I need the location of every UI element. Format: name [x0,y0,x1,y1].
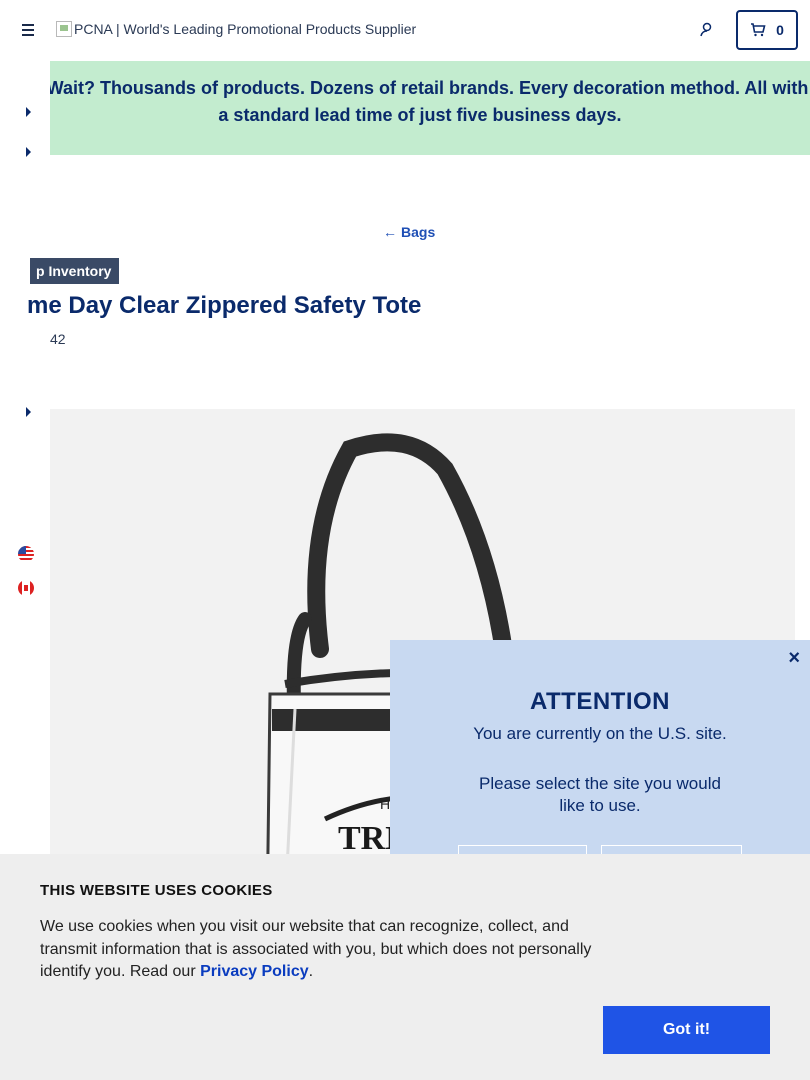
us-flag-icon[interactable] [18,546,34,562]
site-select-dialog: × ATTENTION You are currently on the U.S… [390,640,810,865]
account-icon[interactable] [697,20,717,40]
cart-count: 0 [776,22,784,38]
close-icon[interactable]: × [788,648,800,668]
canada-flag-icon[interactable] [18,580,34,596]
arrow-left-icon: ← [383,224,397,240]
dialog-heading: ATTENTION [529,688,671,715]
dialog-prompt: Please select the site you would like to… [479,774,721,815]
cookie-body: We use cookies when you visit our websit… [40,918,592,980]
promo-banner-text: y Wait? Thousands of products. Dozens of… [31,78,809,125]
caret-right-icon[interactable] [26,147,31,157]
privacy-policy-link[interactable]: Privacy Policy [200,963,309,980]
inventory-badge: p Inventory [30,258,120,284]
cookie-text: We use cookies when you visit our websit… [40,916,610,984]
broken-image-icon [56,21,72,37]
cookie-period: . [308,963,314,980]
cookie-banner: THIS WEBSITE USES COOKIES We use cookies… [0,854,810,1080]
product-title: me Day Clear Zippered Safety Tote [27,292,422,319]
breadcrumb-label: Bags [401,224,436,240]
site-header: PCNA | World's Leading Promotional Produ… [0,0,810,61]
caret-right-icon[interactable] [26,107,31,117]
promo-banner: y Wait? Thousands of products. Dozens of… [0,61,810,155]
logo-alt-text: PCNA | World's Leading Promotional Produ… [74,21,417,37]
breadcrumb[interactable]: ← Bags [383,224,435,240]
got-it-button[interactable]: Got it! [603,1006,770,1054]
cart-button[interactable]: 0 [736,10,798,50]
cookie-heading: THIS WEBSITE USES COOKIES [40,882,273,899]
menu-icon[interactable] [17,20,39,40]
caret-right-icon[interactable] [26,407,31,417]
product-sku: 42 [50,331,66,347]
site-logo[interactable]: PCNA | World's Leading Promotional Produ… [56,21,416,37]
dialog-message: You are currently on the U.S. site. [473,724,727,743]
cart-icon [751,23,766,37]
